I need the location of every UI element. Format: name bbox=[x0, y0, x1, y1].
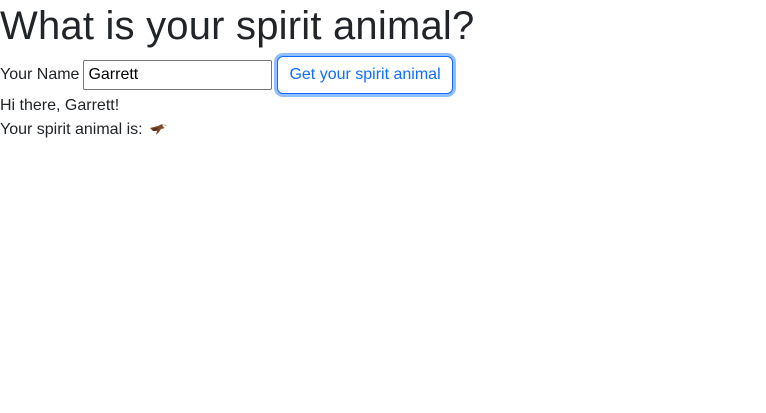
greeting-text: Hi there, Garrett! bbox=[0, 97, 120, 114]
get-spirit-animal-button[interactable]: Get your spirit animal bbox=[277, 56, 453, 94]
name-input[interactable] bbox=[83, 60, 273, 90]
spirit-animal-label: Your spirit animal is: bbox=[0, 121, 143, 138]
eagle-icon bbox=[149, 122, 167, 136]
name-form: Your Name Get your spirit animal bbox=[0, 53, 453, 97]
spirit-animal-result: Your spirit animal is: bbox=[0, 119, 167, 141]
name-label: Your Name bbox=[0, 66, 80, 83]
page-title: What is your spirit animal? bbox=[0, 4, 475, 48]
